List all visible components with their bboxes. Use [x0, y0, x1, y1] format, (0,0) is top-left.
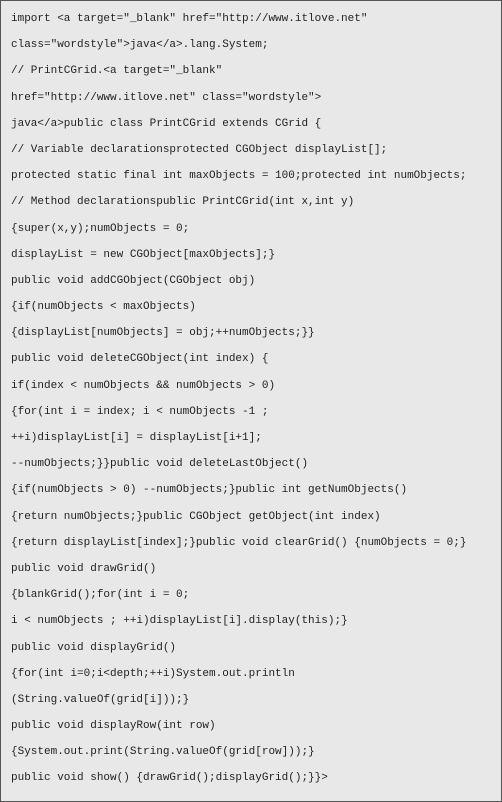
code-line: public void deleteCGObject(int index) { — [11, 353, 493, 366]
code-line: public void displayRow(int row) — [11, 720, 493, 733]
code-line: {return numObjects;}public CGObject getO… — [11, 511, 493, 524]
code-line: java</a>public class PrintCGrid extends … — [11, 118, 493, 131]
code-line: {if(numObjects > 0) --numObjects;}public… — [11, 484, 493, 497]
code-line: (String.valueOf(grid[i]));} — [11, 694, 493, 707]
code-line: {blankGrid();for(int i = 0; — [11, 589, 493, 602]
code-line: {displayList[numObjects] = obj;++numObje… — [11, 327, 493, 340]
code-line: {for(int i=0;i<depth;++i)System.out.prin… — [11, 668, 493, 681]
code-line: public void drawGrid() — [11, 563, 493, 576]
code-line: class="wordstyle">java</a>.lang.System; — [11, 39, 493, 52]
code-line: i < numObjects ; ++i)displayList[i].disp… — [11, 615, 493, 628]
code-line: // Variable declarationsprotected CGObje… — [11, 144, 493, 157]
code-line: {return displayList[index];}public void … — [11, 537, 493, 550]
code-line: // PrintCGrid.<a target="_blank" — [11, 65, 493, 78]
code-line: {super(x,y);numObjects = 0; — [11, 223, 493, 236]
code-line: {if(numObjects < maxObjects) — [11, 301, 493, 314]
code-line: ++i)displayList[i] = displayList[i+1]; — [11, 432, 493, 445]
code-line: href="http://www.itlove.net" class="word… — [11, 92, 493, 105]
code-line: if(index < numObjects && numObjects > 0) — [11, 380, 493, 393]
code-line: protected static final int maxObjects = … — [11, 170, 493, 183]
code-line: public void addCGObject(CGObject obj) — [11, 275, 493, 288]
code-line: {System.out.print(String.valueOf(grid[ro… — [11, 746, 493, 759]
code-line: import <a target="_blank" href="http://w… — [11, 13, 493, 26]
code-line: public void show() {drawGrid();displayGr… — [11, 772, 493, 785]
code-line: displayList = new CGObject[maxObjects];} — [11, 249, 493, 262]
code-line: --numObjects;}}public void deleteLastObj… — [11, 458, 493, 471]
code-block: import <a target="_blank" href="http://w… — [0, 0, 502, 802]
code-line: public void displayGrid() — [11, 642, 493, 655]
code-line: // Method declarationspublic PrintCGrid(… — [11, 196, 493, 209]
code-line: {for(int i = index; i < numObjects -1 ; — [11, 406, 493, 419]
